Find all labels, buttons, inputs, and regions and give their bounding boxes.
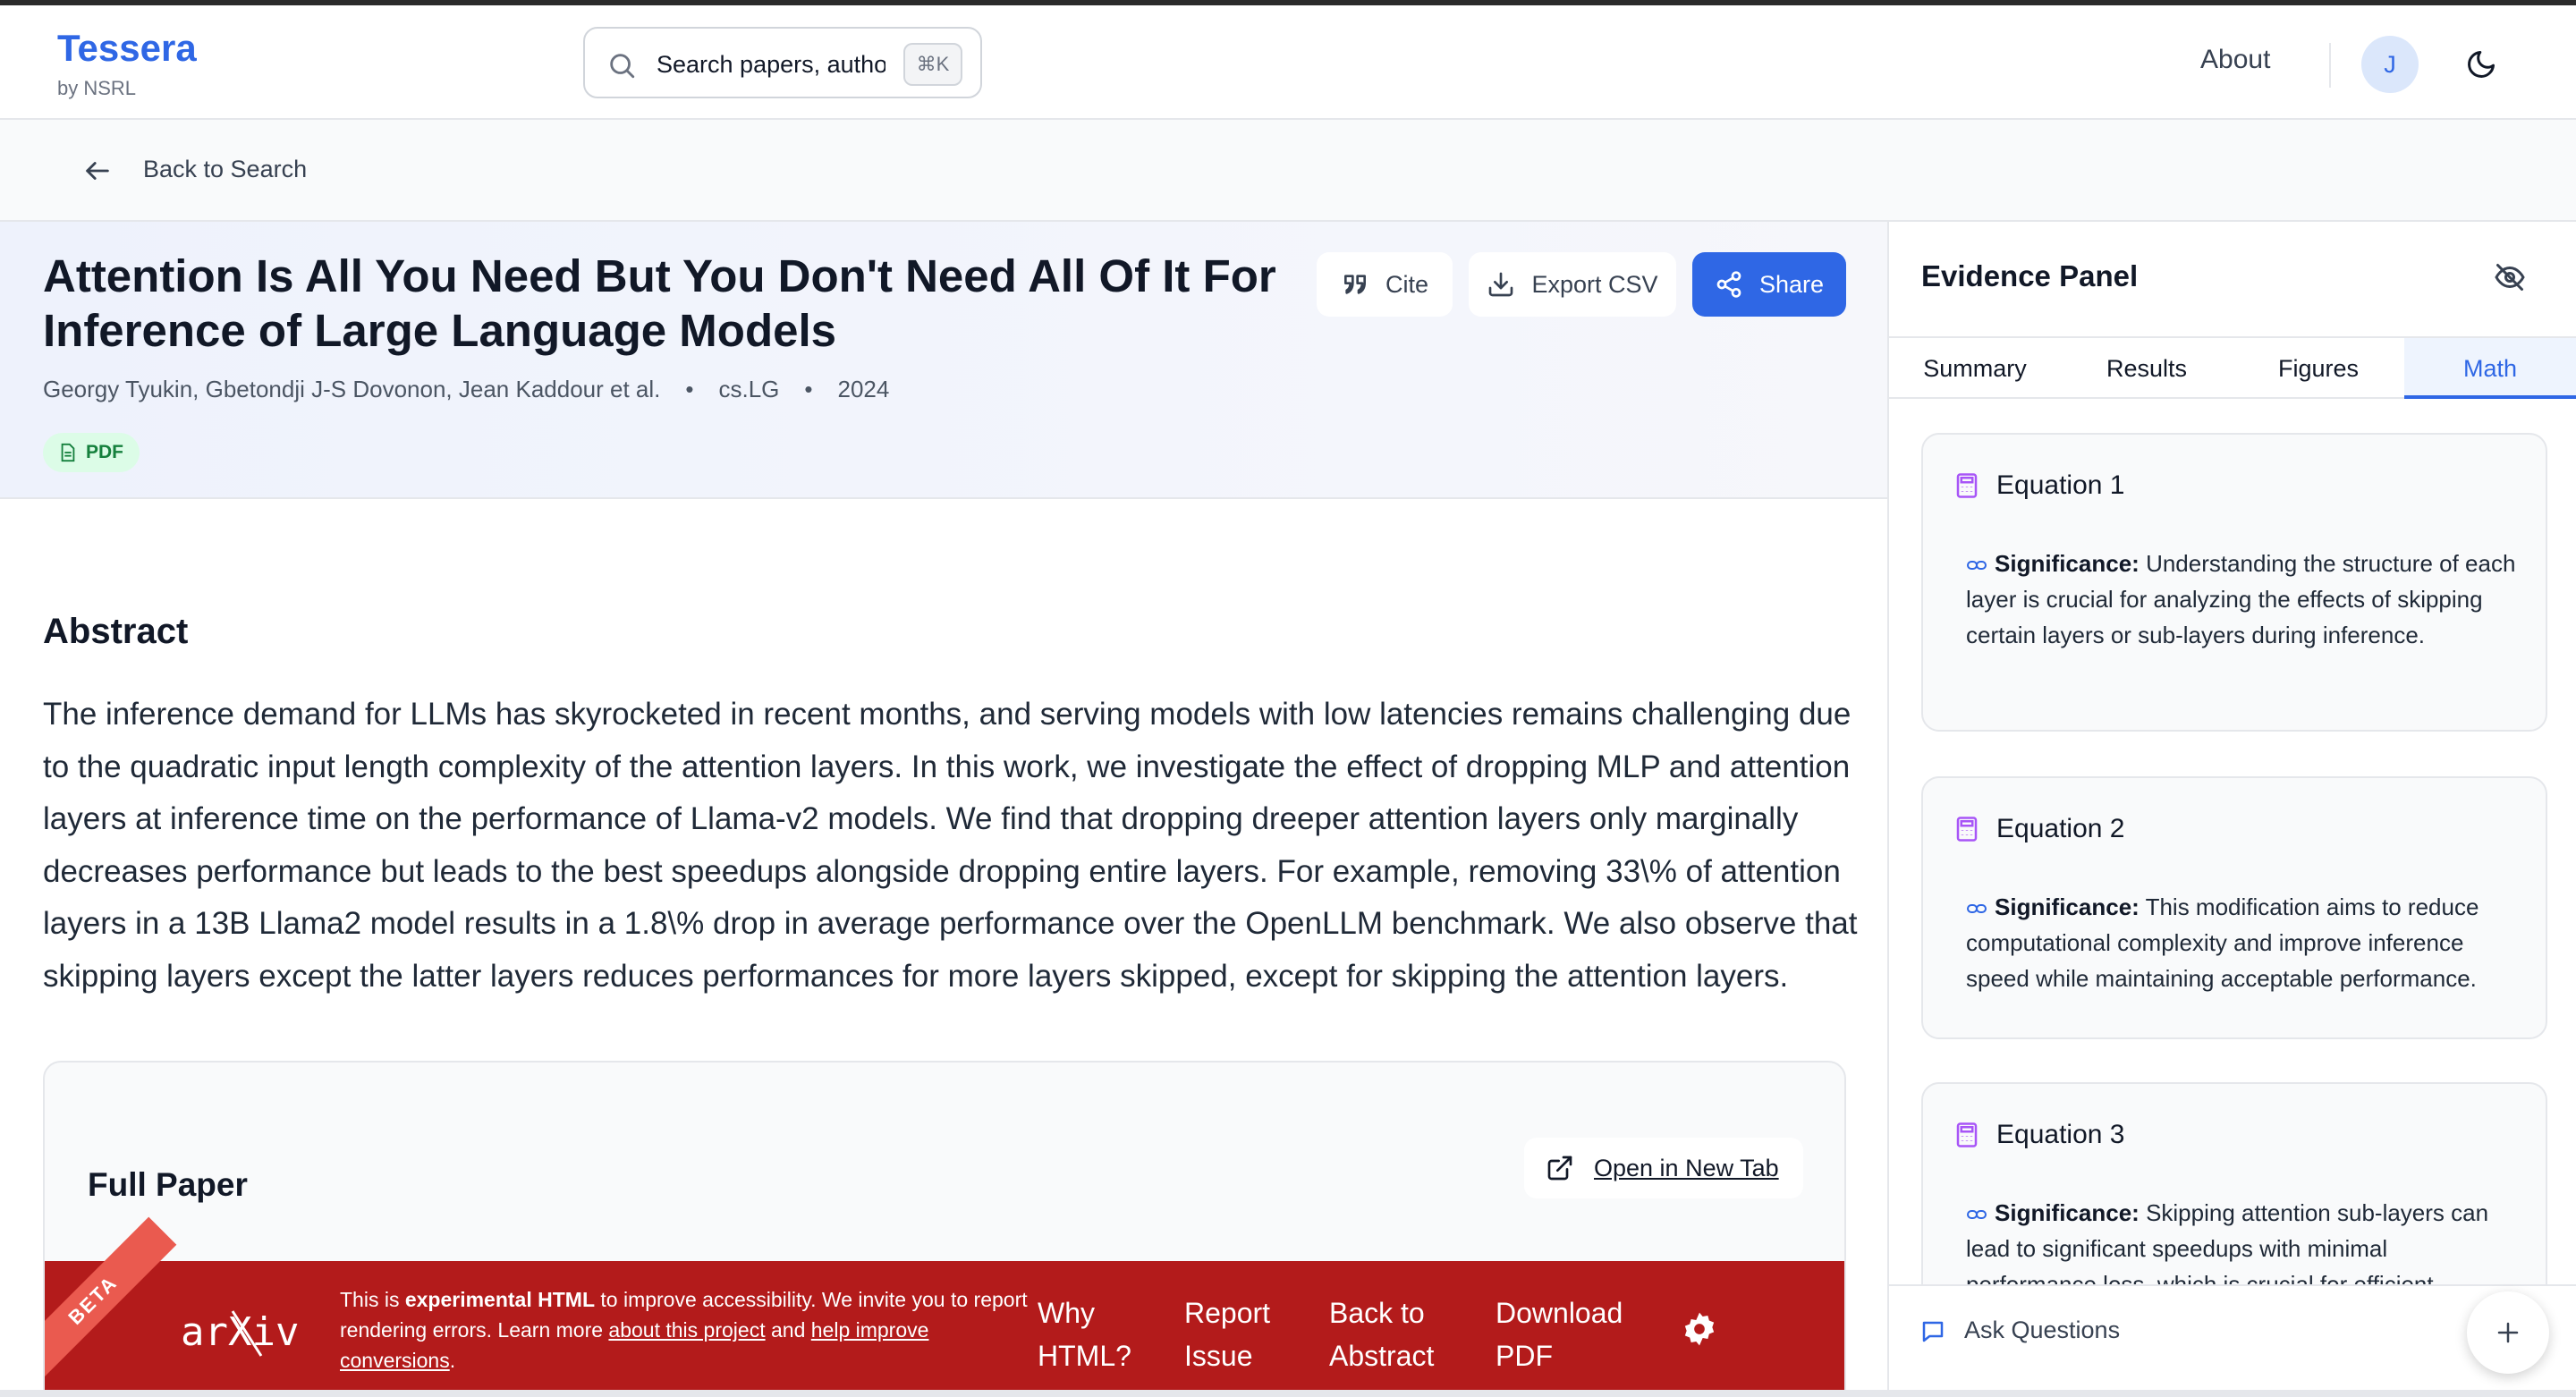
full-paper-title: Full Paper <box>88 1166 248 1203</box>
paper-meta: Georgy Tyukin, Gbetondji J-S Dovonon, Je… <box>43 376 889 403</box>
equation-significance: Significance: Understanding the structur… <box>1966 550 2516 648</box>
plus-icon <box>2497 1322 2519 1343</box>
equation-header: Equation 3 <box>1955 1120 2124 1150</box>
arxiv-banner: BETA arXiv This is experimental HTML to … <box>45 1216 1844 1397</box>
export-csv-button[interactable]: Export CSV <box>1469 252 1676 317</box>
link-icon <box>1967 1210 1987 1220</box>
download-pdf-link[interactable]: Download PDF <box>1496 1291 1639 1377</box>
arxiv-logo-text: arXiv <box>181 1309 299 1355</box>
brand-title[interactable]: Tessera <box>57 27 197 70</box>
arrow-left-icon[interactable] <box>82 156 113 186</box>
settings-gear-icon[interactable] <box>1682 1311 1717 1347</box>
window-bottom-border <box>0 1390 2576 1397</box>
search-box[interactable]: ⌘K <box>583 27 982 98</box>
equation-title: Equation 1 <box>1996 470 2125 500</box>
tab-math[interactable]: Math <box>2404 338 2576 399</box>
back-to-abstract-link[interactable]: Back to Abstract <box>1329 1291 1454 1377</box>
share-button-label: Share <box>1758 270 1825 298</box>
quote-icon <box>1343 275 1366 294</box>
about-this-project-link[interactable]: about this project <box>608 1318 765 1342</box>
equation-card[interactable]: Equation 2 Significance: This modificati… <box>1921 776 2547 1039</box>
cite-button[interactable]: Cite <box>1317 252 1453 317</box>
arxiv-message: This is experimental HTML to improve acc… <box>340 1288 1028 1372</box>
full-paper-card: Full Paper Open in New Tab BETA arXiv Th… <box>43 1061 1846 1397</box>
paper-header: Attention Is All You Need But You Don't … <box>0 222 1887 499</box>
tab-figures[interactable]: Figures <box>2233 338 2404 399</box>
back-navigation-bar: Back to Search <box>0 120 2576 222</box>
tab-summary[interactable]: Summary <box>1889 338 2061 399</box>
report-issue-link[interactable]: Report Issue <box>1184 1291 1292 1377</box>
share-icon <box>1716 271 1741 298</box>
equation-header: Equation 1 <box>1955 470 2124 501</box>
chat-bubble-icon <box>1922 1321 1944 1342</box>
brand-subtitle: by NSRL <box>57 77 137 99</box>
eye-off-icon[interactable] <box>2494 261 2526 293</box>
dark-mode-moon-icon[interactable] <box>2465 48 2497 80</box>
search-input[interactable] <box>657 45 886 84</box>
paper-category: cs.LG <box>718 376 780 402</box>
equation-title: Equation 2 <box>1996 814 2125 843</box>
evidence-panel-title: Evidence Panel <box>1921 259 2139 292</box>
meta-separator: • <box>804 376 813 402</box>
file-icon <box>61 443 75 462</box>
search-shortcut-hint: ⌘K <box>903 43 962 86</box>
share-button[interactable]: Share <box>1692 252 1846 317</box>
evidence-tabs: Summary Results Figures Math <box>1889 336 2576 399</box>
paper-title: Attention Is All You Need But You Don't … <box>43 250 1276 356</box>
beta-ribbon: BETA <box>45 1216 177 1384</box>
download-icon <box>1489 272 1513 297</box>
meta-separator: • <box>685 376 694 402</box>
open-in-new-tab-button[interactable]: Open in New Tab <box>1524 1138 1803 1198</box>
paper-authors: Georgy Tyukin, Gbetondji J-S Dovonon, Je… <box>43 376 661 402</box>
header-divider <box>2329 43 2331 88</box>
app-header: Tessera by NSRL ⌘K About J <box>0 5 2576 120</box>
back-to-search-link[interactable]: Back to Search <box>143 156 307 183</box>
cite-button-label: Cite <box>1385 270 1428 298</box>
link-icon <box>1967 904 1987 914</box>
equation-card[interactable]: Equation 1 Significance: Understanding t… <box>1921 433 2547 732</box>
ask-questions-bar[interactable]: Ask Questions <box>1889 1284 2576 1397</box>
calculator-icon <box>1956 473 1978 498</box>
search-icon <box>610 54 635 79</box>
calculator-icon <box>1956 1122 1978 1147</box>
ask-questions-label[interactable]: Ask Questions <box>1964 1317 2120 1344</box>
pdf-badge[interactable]: PDF <box>43 433 140 472</box>
equation-significance: Significance: This modification aims to … <box>1966 893 2479 992</box>
add-question-button[interactable] <box>2467 1291 2549 1374</box>
abstract-heading: Abstract <box>43 612 189 651</box>
why-html-link[interactable]: Why HTML? <box>1038 1291 1136 1377</box>
link-icon <box>1967 561 1987 571</box>
abstract-text: The inference demand for LLMs has skyroc… <box>43 697 1858 994</box>
open-in-new-tab-label: Open in New Tab <box>1594 1154 1779 1181</box>
evidence-panel: Evidence Panel Summary Results Figures M… <box>1887 222 2576 1397</box>
equation-header: Equation 2 <box>1955 814 2124 844</box>
tab-results[interactable]: Results <box>2061 338 2233 399</box>
external-link-icon <box>1547 1156 1572 1181</box>
user-avatar[interactable]: J <box>2361 36 2419 93</box>
arxiv-logo[interactable]: arXiv <box>181 1300 317 1363</box>
paper-year: 2024 <box>837 376 890 402</box>
export-csv-label: Export CSV <box>1531 270 1658 298</box>
calculator-icon <box>1956 817 1978 842</box>
about-link[interactable]: About <box>2200 45 2270 75</box>
pdf-badge-label: PDF <box>86 442 123 462</box>
equation-title: Equation 3 <box>1996 1120 2125 1149</box>
